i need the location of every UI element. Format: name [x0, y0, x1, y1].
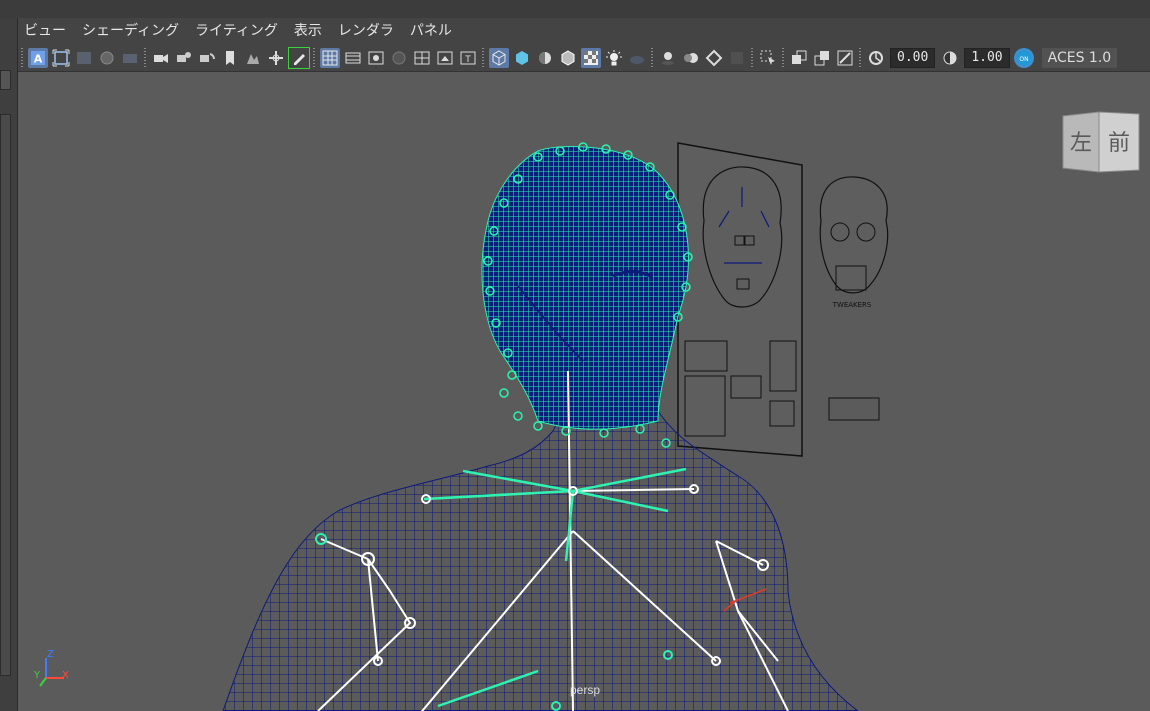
image-plane-icon[interactable] [97, 48, 117, 68]
svg-text:A: A [33, 52, 42, 65]
gamma-field[interactable]: 1.00 [964, 47, 1010, 68]
exposure-field[interactable]: 0.00 [890, 47, 936, 68]
toolbar-separator [782, 47, 784, 68]
toolbar-separator [651, 47, 653, 68]
lock-camera-icon[interactable] [74, 48, 94, 68]
svg-text:T: T [464, 55, 471, 65]
screen-space-ao-icon[interactable] [658, 48, 678, 68]
menu-view[interactable]: ビュー [18, 18, 74, 44]
gate-mask-icon[interactable] [389, 48, 409, 68]
3d-viewport-canvas[interactable]: TWEAKERS [18, 71, 1150, 711]
view-cube[interactable]: 左 前 [1061, 110, 1141, 180]
xray-joints-icon[interactable] [789, 48, 809, 68]
xray-icon[interactable] [580, 47, 601, 68]
toolbar-separator [313, 47, 315, 68]
gamma-icon[interactable] [940, 48, 960, 68]
viewcube-front-face[interactable]: 前 [1108, 131, 1130, 156]
menu-renderer[interactable]: レンダラ [330, 18, 402, 44]
pencil-icon[interactable] [287, 46, 310, 69]
color-space-label[interactable]: ACES 1.0 [1041, 47, 1118, 68]
shadows-icon[interactable] [627, 48, 647, 68]
resolution-gate-icon[interactable] [366, 48, 386, 68]
dock-scrollbar[interactable] [0, 114, 11, 676]
reference-sheet[interactable] [677, 142, 803, 457]
wireframe-shading-icon[interactable] [488, 47, 509, 68]
camera-tumble-icon[interactable] [197, 48, 217, 68]
toolbar-separator [482, 47, 484, 68]
isolate-select-icon[interactable] [758, 48, 778, 68]
menu-show[interactable]: 表示 [286, 18, 330, 44]
svg-text:ON: ON [1020, 56, 1029, 63]
menu-panels[interactable]: パネル [402, 18, 460, 44]
grid-icon[interactable] [319, 47, 340, 68]
multisample-aa-icon[interactable] [704, 48, 724, 68]
toolbar-separator [144, 47, 146, 68]
move-pivot-icon[interactable] [266, 48, 286, 68]
viewcube-left-face[interactable]: 左 [1070, 131, 1092, 156]
menu-lighting[interactable]: ライティング [187, 18, 286, 44]
backface-culling-icon[interactable] [835, 48, 855, 68]
exposure-icon[interactable] [866, 48, 886, 68]
camera-attributes-icon[interactable] [151, 48, 171, 68]
dock-handle-top[interactable] [0, 70, 11, 90]
left-dock-strip [0, 18, 18, 711]
toolbar-separator [859, 47, 861, 68]
bookmark-flag-icon[interactable] [220, 48, 240, 68]
viewport-menubar: ビュー シェーディング ライティング 表示 レンダラ パネル [18, 18, 1150, 44]
safe-title-icon[interactable]: T [458, 48, 478, 68]
wireframe-on-shaded-icon[interactable] [558, 48, 578, 68]
default-material-icon[interactable] [535, 48, 555, 68]
toolbar-separator [751, 47, 753, 68]
bookmark-icon[interactable] [120, 48, 140, 68]
axis-x-label: X [62, 670, 69, 681]
depth-of-field-icon[interactable] [727, 48, 747, 68]
color-management-icon[interactable]: ON [1014, 47, 1035, 68]
smooth-shade-icon[interactable] [512, 48, 532, 68]
viewport-panel: ビュー シェーディング ライティング 表示 レンダラ パネル A T 0.00 … [18, 18, 1150, 711]
viewport-toolbar: A T 0.00 1.00 ON ACES 1.0 [18, 44, 1150, 72]
field-chart-icon[interactable] [412, 48, 432, 68]
reference-face-small[interactable]: TWEAKERS [819, 176, 889, 421]
camera-bookmark-icon[interactable] [174, 48, 194, 68]
menu-shading[interactable]: シェーディング [74, 18, 187, 44]
toolbar-separator [21, 47, 23, 68]
use-all-lights-icon[interactable] [604, 48, 624, 68]
frame-all-icon[interactable] [51, 48, 71, 68]
camera-name-label: persp [570, 683, 601, 697]
axis-z-label: Z [47, 649, 54, 660]
motion-blur-icon[interactable] [681, 48, 701, 68]
select-camera-icon[interactable]: A [27, 47, 48, 68]
safe-action-icon[interactable] [435, 48, 455, 68]
head-wireframe-mesh[interactable] [481, 145, 689, 430]
axis-orientation-gizmo: Z Y X [30, 648, 74, 696]
title-strip [0, 0, 1150, 19]
axis-y-label: Y [33, 670, 41, 681]
xray-active-components-icon[interactable] [812, 48, 832, 68]
grease-pencil-icon[interactable] [243, 48, 263, 68]
film-gate-icon[interactable] [343, 48, 363, 68]
tweakers-label: TWEAKERS [832, 301, 872, 309]
